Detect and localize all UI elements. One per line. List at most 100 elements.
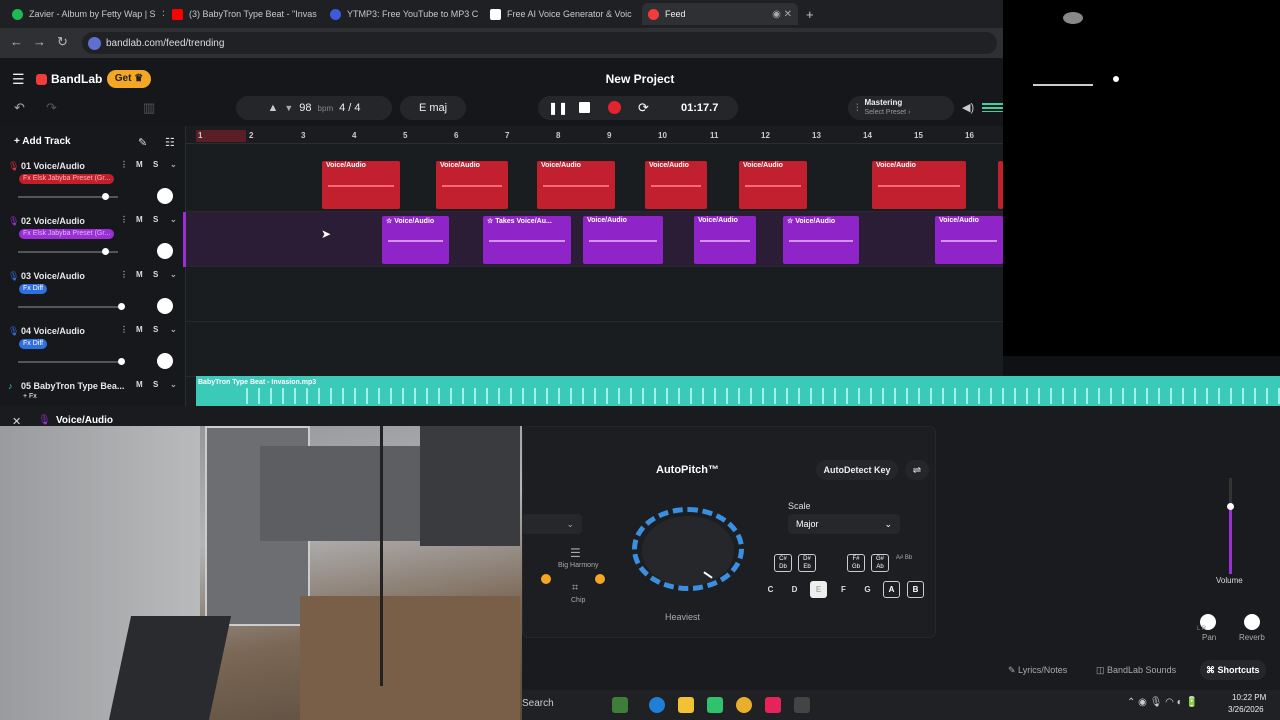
sharp-key-button[interactable]: C# Db	[774, 554, 792, 572]
add-fx-button[interactable]: + Fx	[19, 392, 41, 402]
system-tray-icons[interactable]: ⌃ ◉ 🎙 ◠ ◐ 🔋	[1127, 697, 1198, 708]
app-icon[interactable]	[794, 697, 810, 713]
tempo-value[interactable]: 98	[299, 102, 311, 114]
metronome-icon[interactable]: ▲	[267, 102, 278, 114]
audio-clip[interactable]: Voice/Audio	[645, 161, 707, 209]
taskbar-time[interactable]: 10:22 PM	[1232, 693, 1266, 702]
note-key-e[interactable]: E	[810, 581, 827, 598]
pan-knob[interactable]	[157, 188, 173, 204]
reverb-knob[interactable]	[1244, 614, 1260, 630]
speaker-icon[interactable]: ◀)	[962, 101, 974, 114]
mute-button[interactable]: M	[136, 270, 143, 279]
redo-icon[interactable]: ↷	[46, 100, 57, 116]
track-menu-icon[interactable]: ⋮	[120, 160, 128, 169]
autopitch-knob[interactable]	[642, 516, 734, 586]
scale-dropdown[interactable]: Major ⌄	[788, 514, 900, 534]
back-icon[interactable]: ←	[10, 34, 23, 49]
edge-icon[interactable]	[649, 697, 665, 713]
shortcuts-button[interactable]: ⌘ Shortcuts	[1200, 660, 1266, 680]
key-selector[interactable]: E maj	[400, 96, 466, 120]
mute-button[interactable]: M	[136, 325, 143, 334]
slider-handle[interactable]	[102, 193, 109, 200]
pan-knob[interactable]	[157, 298, 173, 314]
tools-icon[interactable]: ✎	[138, 136, 147, 149]
site-info-icon[interactable]	[88, 37, 101, 50]
slider-handle[interactable]	[102, 248, 109, 255]
takes-clip[interactable]: ☆ Takes Voice/Au...	[483, 216, 571, 264]
mastering-selector[interactable]: ⫶ Mastering Select Preset ›	[848, 96, 954, 120]
audio-clip[interactable]: Voice/Audio	[583, 216, 663, 264]
chip-icon[interactable]: ⌗	[572, 582, 578, 595]
expand-icon[interactable]: ⌄	[170, 380, 177, 389]
preset-dropdown[interactable]: ⌄	[522, 514, 582, 534]
stop-icon[interactable]	[579, 102, 590, 113]
bandlab-logo[interactable]: BandLab	[36, 72, 102, 86]
audio-clip[interactable]: Voice/Audio	[935, 216, 1003, 264]
audio-clip[interactable]: Voice/Audio	[436, 161, 508, 209]
piano-icon[interactable]: ▥	[143, 100, 155, 116]
big-harmony-icon[interactable]: ☰	[570, 546, 581, 560]
track-row[interactable]: ♪ 05 BabyTron Type Bea... M S ⌄ + Fx	[0, 377, 186, 406]
app-icon[interactable]	[707, 697, 723, 713]
taskbar-search[interactable]: Search	[522, 698, 554, 709]
audio-clip[interactable]: Voice/Audio	[872, 161, 966, 209]
expand-icon[interactable]: ⌄	[170, 215, 177, 224]
audio-clip[interactable]: ☆ Voice/Audio	[783, 216, 859, 264]
expand-icon[interactable]: ⌄	[170, 160, 177, 169]
pan-knob[interactable]	[157, 243, 173, 259]
audio-clip[interactable]: Voice/Audio	[322, 161, 400, 209]
track-lane[interactable]	[186, 267, 1003, 322]
track-lane[interactable]	[186, 322, 1003, 377]
solo-button[interactable]: S	[153, 380, 158, 389]
new-tab-button[interactable]: +	[800, 3, 822, 25]
sharp-key-button[interactable]: G# Ab	[871, 554, 889, 572]
audio-clip[interactable]: ☆ Voice/Audio	[382, 216, 449, 264]
forward-icon[interactable]: →	[33, 34, 46, 49]
browser-tab[interactable]: Zavier - Album by Fetty Wap | S✕	[6, 3, 164, 25]
fx-chip[interactable]: Fx Elsk Jabyba Preset (Gr...	[19, 229, 115, 239]
note-key-b[interactable]: B	[907, 581, 924, 598]
time-signature[interactable]: 4 / 4	[339, 102, 360, 114]
note-key-a[interactable]: A	[883, 581, 900, 598]
loop-region[interactable]	[196, 130, 246, 142]
slider-handle[interactable]	[118, 358, 125, 365]
lyrics-notes-link[interactable]: ✎ Lyrics/Notes	[1008, 665, 1067, 676]
audio-clip[interactable]: Voice/Audio	[739, 161, 807, 209]
project-title[interactable]: New Project	[560, 72, 720, 86]
track-lane-selected[interactable]: ☆ Voice/Audio ☆ Takes Voice/Au... Voice/…	[186, 212, 1003, 267]
note-key-d[interactable]: D	[786, 581, 803, 598]
fx-chip[interactable]: Fx Diff	[19, 284, 48, 294]
solo-button[interactable]: S	[153, 160, 158, 169]
autodetect-key-button[interactable]: AutoDetect Key	[816, 460, 898, 480]
volume-slider[interactable]	[18, 248, 118, 255]
get-button[interactable]: Get ♛	[107, 70, 151, 88]
volume-slider[interactable]	[18, 358, 125, 365]
loop-icon[interactable]: ⟳	[638, 100, 649, 116]
track-row[interactable]: 🎙 01 Voice/Audio ⋮ M S ⌄ Fx Elsk Jabyba …	[0, 157, 186, 212]
solo-button[interactable]: S	[153, 325, 158, 334]
sharp-key-button[interactable]: D# Eb	[798, 554, 816, 572]
hamburger-menu-icon[interactable]: ☰	[12, 71, 25, 88]
bandlab-sounds-link[interactable]: ◫ BandLab Sounds	[1096, 665, 1176, 676]
timeline[interactable]: 1 2 3 4 5 6 7 8 9 10 11 12 13 14 15 16 V…	[186, 126, 1003, 406]
note-key-g[interactable]: G	[859, 581, 876, 598]
file-explorer-icon[interactable]	[678, 697, 694, 713]
beat-clip[interactable]: BabyTron Type Beat - Invasion.mp3	[196, 376, 1280, 406]
track-menu-icon[interactable]: ⋮	[120, 325, 128, 334]
undo-icon[interactable]: ↶	[14, 100, 25, 116]
browser-tab[interactable]: Free AI Voice Generator & Voic✕	[484, 3, 638, 25]
track-row[interactable]: 🎙 04 Voice/Audio ⋮ M S ⌄ Fx Diff	[0, 322, 186, 377]
tiktok-icon[interactable]	[765, 697, 781, 713]
track-menu-icon[interactable]: ⋮	[120, 215, 128, 224]
fx-chip[interactable]: Fx Elsk Jabyba Preset (Gr...	[19, 174, 115, 184]
track-settings-icon[interactable]: ☷	[165, 136, 175, 149]
close-tab-icon[interactable]: ◉ ✕	[772, 9, 792, 20]
pan-knob[interactable]	[157, 353, 173, 369]
volume-slider[interactable]	[18, 303, 125, 310]
url-field[interactable]: bandlab.com/feed/trending	[82, 32, 997, 54]
bar-ruler[interactable]: 1 2 3 4 5 6 7 8 9 10 11 12 13 14 15 16	[186, 126, 1003, 144]
pause-icon[interactable]: ❚❚	[548, 101, 568, 115]
taskbar-date[interactable]: 3/26/2026	[1228, 705, 1264, 714]
volume-fader-handle[interactable]	[1227, 503, 1234, 510]
browser-tab-active[interactable]: Feed ◉ ✕	[642, 3, 798, 25]
